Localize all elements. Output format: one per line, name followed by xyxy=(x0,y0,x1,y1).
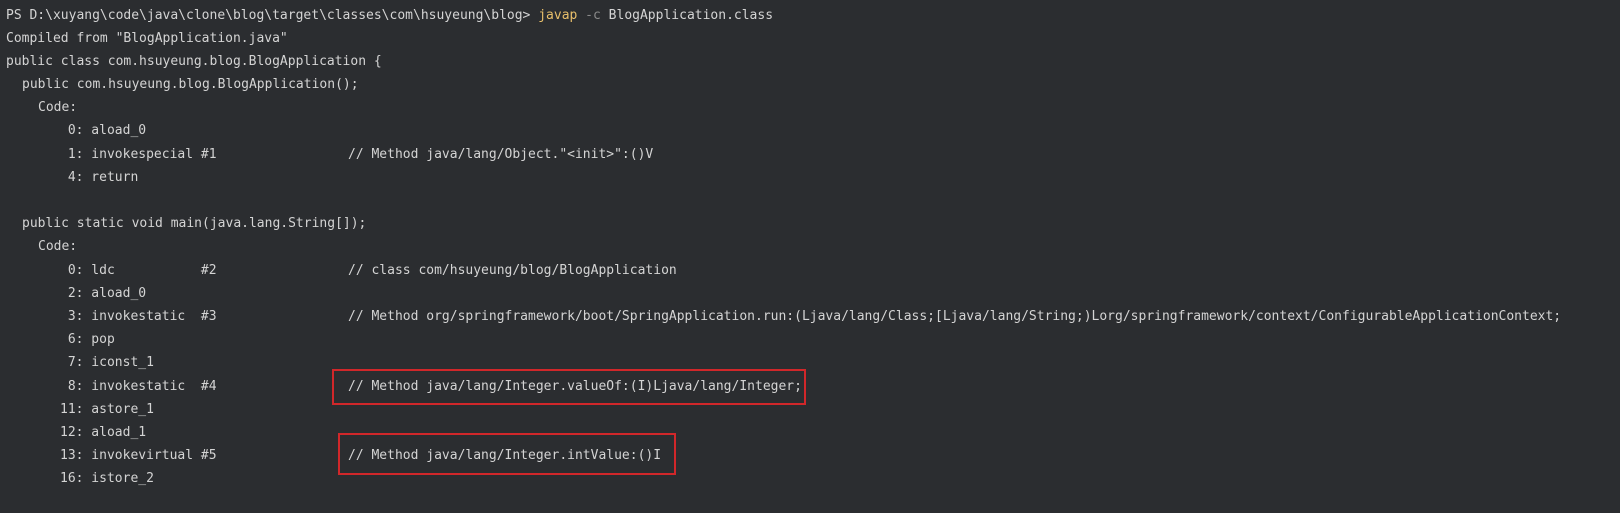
bytecode-line: 12: aload_1 xyxy=(60,425,147,440)
highlight-box-valueof xyxy=(332,369,806,405)
bytecode-line: 6: pop xyxy=(60,332,115,347)
terminal-output: PS D:\xuyang\code\java\clone\blog\target… xyxy=(0,0,1620,513)
prompt-line: PS D:\xuyang\code\java\clone\blog\target… xyxy=(6,4,773,28)
bytecode-line: 0: ldc #2 xyxy=(60,263,217,278)
highlight-box-intvalue xyxy=(338,433,676,475)
prompt-path: PS D:\xuyang\code\java\clone\blog\target… xyxy=(6,8,539,23)
class-declaration: public class com.hsuyeung.blog.BlogAppli… xyxy=(6,54,382,69)
bytecode-line: 16: istore_2 xyxy=(60,471,154,486)
main-declaration: public static void main(java.lang.String… xyxy=(22,216,367,231)
code-label: Code: xyxy=(38,100,78,115)
prompt-flag: -c xyxy=(577,8,609,23)
prompt-argument: BlogApplication.class xyxy=(608,8,774,23)
bytecode-line: 11: astore_1 xyxy=(60,402,154,417)
bytecode-comment: // class com/hsuyeung/blog/BlogApplicati… xyxy=(348,263,677,278)
bytecode-line: 1: invokespecial #1 xyxy=(60,147,217,162)
bytecode-line: 4: return xyxy=(60,170,139,185)
bytecode-comment: // Method org/springframework/boot/Sprin… xyxy=(348,309,1562,324)
bytecode-comment: // Method java/lang/Object."<init>":()V xyxy=(348,147,654,162)
prompt-command: javap xyxy=(538,8,578,23)
bytecode-line: 0: aload_0 xyxy=(60,123,147,138)
code-label: Code: xyxy=(38,239,78,254)
constructor-declaration: public com.hsuyeung.blog.BlogApplication… xyxy=(22,77,359,92)
bytecode-line: 7: iconst_1 xyxy=(60,355,154,370)
bytecode-line: 2: aload_0 xyxy=(60,286,147,301)
compiled-from-line: Compiled from "BlogApplication.java" xyxy=(6,31,288,46)
bytecode-line: 13: invokevirtual #5 xyxy=(60,448,217,463)
bytecode-line: 8: invokestatic #4 xyxy=(60,379,217,394)
bytecode-line: 3: invokestatic #3 xyxy=(60,309,217,324)
